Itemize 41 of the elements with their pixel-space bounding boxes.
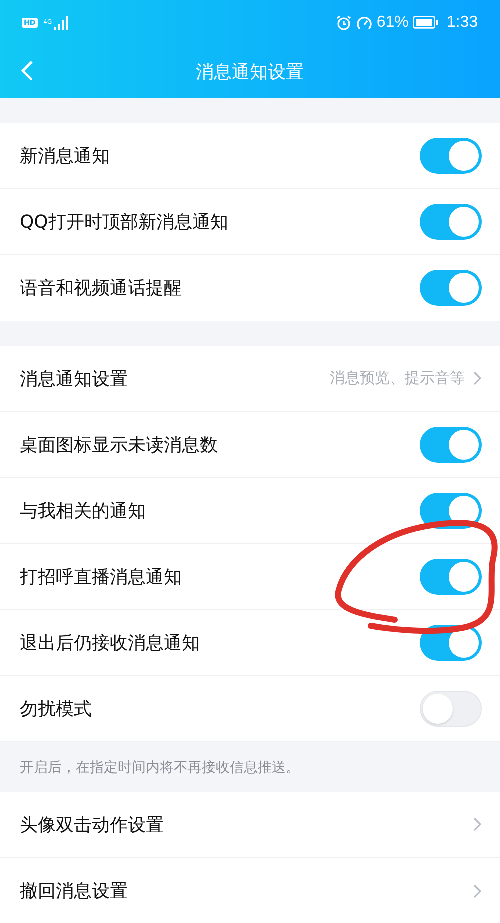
toggle-switch[interactable] xyxy=(420,138,482,174)
hint-text: 开启后，在指定时间内将不再接收信息推送。 xyxy=(19,759,301,778)
toggle-switch[interactable] xyxy=(420,204,482,240)
chevron-icon xyxy=(473,884,482,898)
row-label: 消息通知设置 xyxy=(20,368,128,390)
row-label: 与我相关的通知 xyxy=(20,500,146,522)
screen-title: 消息通知设置 xyxy=(196,60,304,84)
gauge-icon xyxy=(356,14,373,30)
settings-row[interactable]: 头像双击动作设置 xyxy=(0,792,500,858)
row-label: 桌面图标显示未读消息数 xyxy=(20,434,218,456)
toggle-switch[interactable] xyxy=(420,558,482,594)
row-label: 头像双击动作设置 xyxy=(20,814,164,836)
row-detail: 消息预览、提示音等 xyxy=(330,369,465,388)
battery-icon xyxy=(412,16,439,29)
settings-row[interactable]: 退出后仍接收消息通知 xyxy=(0,610,500,676)
settings-row[interactable]: 勿扰模式 xyxy=(0,676,500,742)
settings-row[interactable]: 打招呼直播消息通知 xyxy=(0,544,500,610)
settings-row[interactable]: 撤回消息设置 xyxy=(0,858,500,923)
settings-row[interactable]: 桌面图标显示未读消息数 xyxy=(0,412,500,478)
signal-icon xyxy=(54,16,70,30)
back-icon xyxy=(20,60,34,82)
settings-row[interactable]: QQ打开时顶部新消息通知 xyxy=(0,189,500,255)
clock-time: 1:33 xyxy=(446,14,478,32)
toggle-switch[interactable] xyxy=(420,426,482,462)
toggle-switch[interactable] xyxy=(420,690,482,726)
row-label: 打招呼直播消息通知 xyxy=(20,566,182,588)
chevron-icon xyxy=(473,371,482,386)
chevron-icon xyxy=(473,817,482,832)
row-label: QQ打开时顶部新消息通知 xyxy=(20,210,228,234)
settings-row[interactable]: 消息通知设置 消息预览、提示音等 xyxy=(0,346,500,412)
settings-row[interactable]: 与我相关的通知 xyxy=(0,478,500,544)
toggle-switch[interactable] xyxy=(420,270,482,306)
row-label: 语音和视频通话提醒 xyxy=(20,277,182,300)
row-label: 勿扰模式 xyxy=(20,698,92,720)
row-label: 新消息通知 xyxy=(20,144,110,168)
row-label: 撤回消息设置 xyxy=(20,880,128,903)
settings-row[interactable]: 新消息通知 xyxy=(0,123,500,189)
battery-percent: 61% xyxy=(376,14,409,32)
row-label: 退出后仍接收消息通知 xyxy=(20,632,200,654)
alarm-icon xyxy=(336,14,352,30)
settings-row[interactable]: 语音和视频通话提醒 xyxy=(0,255,500,321)
